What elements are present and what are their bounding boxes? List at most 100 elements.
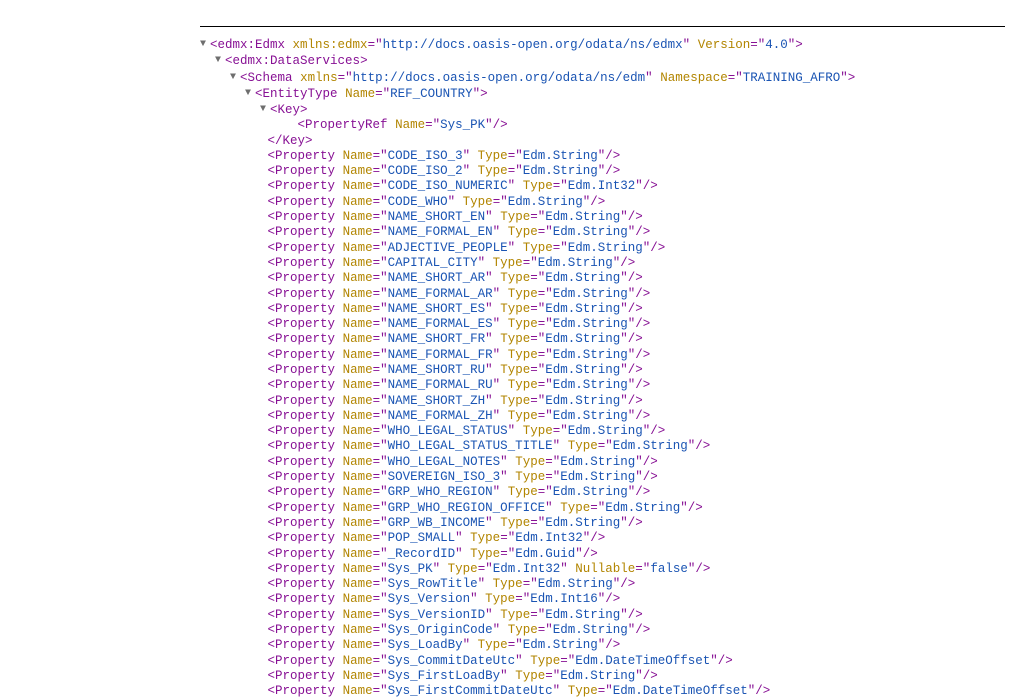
xml-tag-name: Property bbox=[275, 332, 335, 346]
equals-sign: = bbox=[373, 348, 381, 362]
xml-attr-name: Type bbox=[500, 516, 530, 530]
xml-element: <Property Name="NAME_SHORT_AR" Type="Edm… bbox=[200, 271, 1005, 286]
angle-bracket: > bbox=[300, 103, 308, 117]
xml-attr-name: Name bbox=[343, 608, 373, 622]
quote: " bbox=[560, 424, 568, 438]
collapse-toggle-icon[interactable]: ▼ bbox=[260, 102, 270, 117]
angle-bracket: > bbox=[848, 70, 856, 84]
quote: " bbox=[735, 70, 743, 84]
self-close: /> bbox=[635, 287, 650, 301]
equals-sign: = bbox=[373, 179, 381, 193]
quote: " bbox=[380, 424, 388, 438]
quote: " bbox=[380, 348, 388, 362]
xml-tag-name: Property bbox=[275, 317, 335, 331]
xml-attr-name: Name bbox=[343, 577, 373, 591]
collapse-toggle-icon[interactable]: ▼ bbox=[215, 53, 225, 68]
xml-tag-name: Property bbox=[275, 378, 335, 392]
quote: " bbox=[545, 348, 553, 362]
quote: " bbox=[380, 317, 388, 331]
xml-attr-name: Type bbox=[500, 394, 530, 408]
xml-tag-name: Property bbox=[275, 485, 335, 499]
xml-attr-value: Edm.Guid bbox=[515, 547, 575, 561]
xml-attr-value: Edm.String bbox=[538, 577, 613, 591]
quote: " bbox=[560, 179, 568, 193]
xml-attr-name: Name bbox=[343, 164, 373, 178]
xml-attr-value: Edm.String bbox=[560, 455, 635, 469]
angle-bracket: < bbox=[268, 241, 276, 255]
collapse-toggle-icon[interactable]: ▼ bbox=[200, 37, 210, 52]
equals-sign: = bbox=[530, 516, 538, 530]
equals-sign: = bbox=[373, 195, 381, 209]
self-close: /> bbox=[590, 195, 605, 209]
quote: " bbox=[380, 669, 388, 683]
quote: " bbox=[840, 70, 848, 84]
xml-attr-name: Type bbox=[470, 547, 500, 561]
xml-tag-name: Property bbox=[275, 562, 335, 576]
xml-attr-name: xmlns bbox=[300, 70, 338, 84]
xml-attr-name: xmlns:edmx bbox=[293, 38, 368, 52]
xml-attr-value: Edm.String bbox=[553, 348, 628, 362]
xml-element: <Property Name="CODE_WHO" Type="Edm.Stri… bbox=[200, 195, 1005, 210]
quote: " bbox=[380, 149, 388, 163]
xml-attr-name: Type bbox=[500, 363, 530, 377]
xml-tag-name: edmx:DataServices bbox=[233, 54, 361, 68]
self-close: /> bbox=[628, 302, 643, 316]
quote: " bbox=[545, 225, 553, 239]
equals-sign: = bbox=[373, 516, 381, 530]
quote: " bbox=[545, 317, 553, 331]
quote: " bbox=[473, 87, 481, 101]
equals-sign: = bbox=[373, 501, 381, 515]
quote: " bbox=[605, 684, 613, 698]
xml-attr-value: Edm.String bbox=[553, 225, 628, 239]
self-close: /> bbox=[628, 271, 643, 285]
xml-tag-name: Property bbox=[275, 547, 335, 561]
xml-attr-name: Name bbox=[343, 179, 373, 193]
xml-attr-name: Type bbox=[478, 164, 508, 178]
angle-bracket: < bbox=[268, 271, 276, 285]
horizontal-rule bbox=[200, 26, 1005, 27]
xml-attr-value: http://docs.oasis-open.org/odata/ns/edmx bbox=[383, 38, 683, 52]
quote: " bbox=[635, 470, 643, 484]
xml-tag-name: Property bbox=[275, 455, 335, 469]
xml-attr-name: Type bbox=[508, 225, 538, 239]
xml-attr-name: Name bbox=[343, 470, 373, 484]
angle-bracket: < bbox=[268, 455, 276, 469]
xml-attr-name: Name bbox=[343, 654, 373, 668]
quote: " bbox=[380, 210, 388, 224]
xml-element: ▼<EntityType Name="REF_COUNTRY"> bbox=[200, 86, 1005, 102]
equals-sign: = bbox=[530, 394, 538, 408]
quote: " bbox=[455, 547, 463, 561]
xml-attr-name: Type bbox=[530, 654, 560, 668]
xml-attr-value: NAME_SHORT_RU bbox=[388, 363, 486, 377]
xml-attr-value: Edm.String bbox=[553, 317, 628, 331]
equals-sign: = bbox=[373, 562, 381, 576]
xml-attr-value: TRAINING_AFRO bbox=[743, 70, 841, 84]
quote: " bbox=[380, 547, 388, 561]
xml-tag-name: Property bbox=[275, 654, 335, 668]
xml-attr-name: Name bbox=[343, 271, 373, 285]
quote: " bbox=[380, 378, 388, 392]
xml-attr-name: Type bbox=[493, 256, 523, 270]
equals-sign: = bbox=[373, 302, 381, 316]
xml-element: <Property Name="NAME_FORMAL_AR" Type="Ed… bbox=[200, 287, 1005, 302]
xml-attr-value: WHO_LEGAL_STATUS_TITLE bbox=[388, 439, 553, 453]
xml-attr-value: Edm.String bbox=[560, 669, 635, 683]
xml-attr-value: CODE_ISO_2 bbox=[388, 164, 463, 178]
quote: " bbox=[433, 118, 441, 132]
xml-tag-name: Property bbox=[275, 501, 335, 515]
xml-tag-name: Property bbox=[275, 348, 335, 362]
collapse-toggle-icon[interactable]: ▼ bbox=[245, 86, 255, 101]
xml-tag-name: Property bbox=[275, 179, 335, 193]
quote: " bbox=[545, 485, 553, 499]
collapse-toggle-icon[interactable]: ▼ bbox=[230, 70, 240, 85]
quote: " bbox=[380, 470, 388, 484]
quote: " bbox=[380, 302, 388, 316]
quote: " bbox=[645, 70, 653, 84]
equals-sign: = bbox=[373, 455, 381, 469]
angle-bracket: < bbox=[268, 394, 276, 408]
xml-attr-name: Name bbox=[343, 531, 373, 545]
xml-attr-name: Type bbox=[568, 684, 598, 698]
quote: " bbox=[380, 608, 388, 622]
xml-tag-name: Key bbox=[278, 103, 301, 117]
xml-attr-value: Edm.String bbox=[538, 256, 613, 270]
